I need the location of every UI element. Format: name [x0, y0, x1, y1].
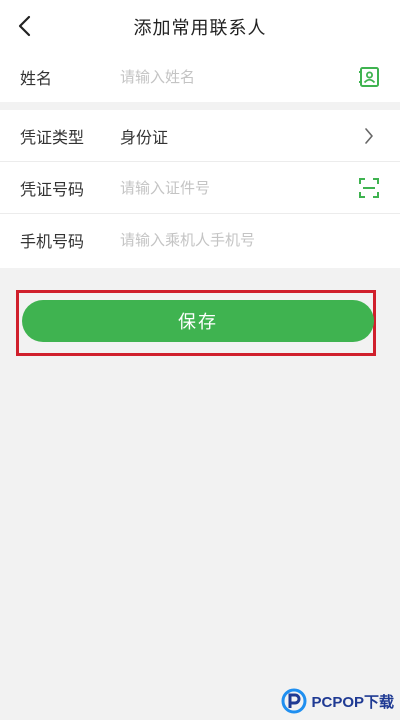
- pcpop-logo-icon: [281, 688, 307, 714]
- phone-input[interactable]: [120, 231, 340, 249]
- chevron-right-icon: [365, 127, 373, 144]
- id-number-label: 凭证号码: [20, 179, 85, 199]
- contact-book-icon: [359, 67, 379, 87]
- name-row: 姓名: [0, 52, 400, 102]
- name-label: 姓名: [20, 69, 53, 88]
- scan-icon: [359, 177, 379, 198]
- id-type-row[interactable]: 凭证类型 身份证: [0, 110, 400, 162]
- name-input[interactable]: [120, 68, 340, 86]
- header-bar: 添加常用联系人: [0, 0, 400, 52]
- id-type-value: 身份证: [120, 127, 169, 147]
- name-card: 姓名: [0, 52, 400, 102]
- scan-button[interactable]: [356, 175, 382, 201]
- contact-book-button[interactable]: [356, 64, 382, 90]
- id-number-input[interactable]: [120, 178, 340, 197]
- phone-label: 手机号码: [20, 232, 85, 251]
- page-title: 添加常用联系人: [133, 18, 267, 39]
- id-type-label: 凭证类型: [20, 127, 85, 147]
- id-type-chevron: [356, 123, 382, 149]
- id-number-row: 凭证号码: [0, 162, 400, 214]
- watermark-text: PCPOP下载: [311, 693, 394, 711]
- save-button[interactable]: 保存: [22, 300, 374, 342]
- credential-card: 凭证类型 身份证 凭证号码 手机号码: [0, 110, 400, 268]
- phone-row: 手机号码: [0, 214, 400, 266]
- watermark: PCPOP下载: [281, 688, 394, 714]
